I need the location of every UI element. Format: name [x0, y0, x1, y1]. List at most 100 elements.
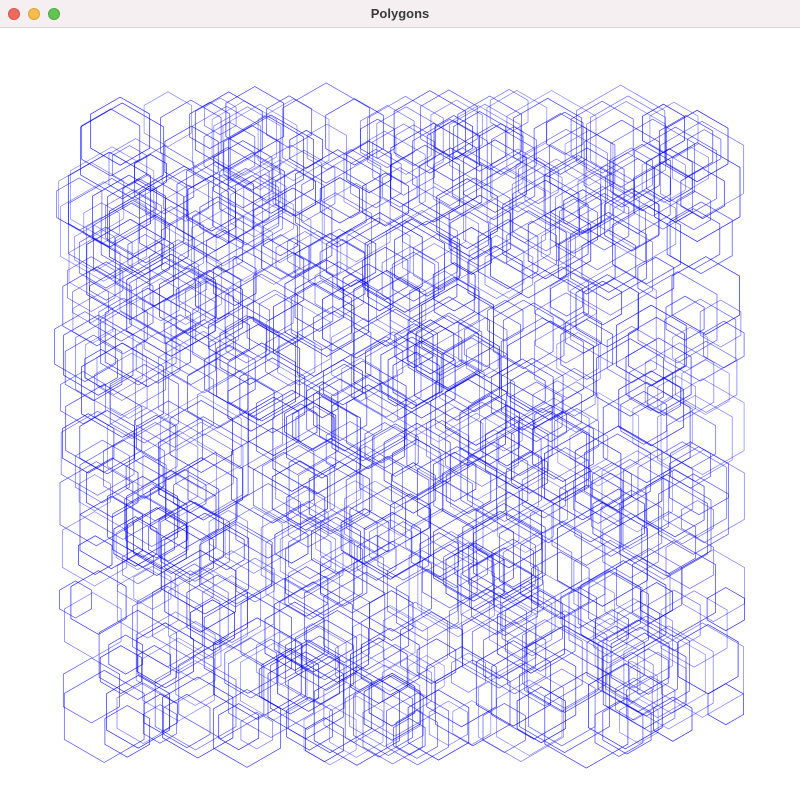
hexagon-shape: [206, 229, 244, 273]
hexagon-shape: [518, 157, 559, 205]
hexagon-shape: [297, 310, 372, 397]
hexagon-shape: [78, 474, 111, 512]
hexagon-shape: [178, 234, 256, 324]
hexagon-shape: [671, 326, 709, 369]
hexagon-shape: [560, 319, 614, 380]
hexagon-shape: [257, 98, 330, 182]
hexagon-shape: [350, 637, 408, 704]
minimize-button[interactable]: [28, 8, 40, 20]
hexagon-shape: [477, 219, 539, 290]
hexagon-shape: [670, 441, 711, 489]
hexagon-shape: [326, 229, 377, 288]
hexagon-shape: [444, 373, 508, 446]
hexagon-shape: [306, 123, 347, 171]
hexagon-shape: [163, 693, 211, 749]
hexagon-shape: [544, 671, 629, 769]
hexagon-shape: [553, 381, 599, 433]
hexagon-shape: [175, 269, 243, 348]
hexagon-shape: [265, 328, 316, 387]
hexagon-shape: [467, 245, 523, 309]
hexagon-shape: [496, 679, 563, 756]
hexagon-shape: [602, 513, 659, 579]
hexagon-shape: [63, 314, 134, 396]
hexagon-shape: [343, 130, 426, 226]
hexagon-shape: [78, 535, 113, 575]
hexagon-shape: [301, 165, 367, 241]
hexagon-shape: [64, 592, 122, 659]
hexagon-shape: [125, 455, 164, 499]
hexagon-shape: [622, 474, 712, 577]
drawing-canvas[interactable]: [0, 28, 800, 800]
hexagon-shape: [418, 147, 483, 221]
hexagon-shape: [468, 234, 525, 300]
hexagon-shape: [164, 184, 214, 242]
hexagon-shape: [319, 238, 366, 292]
hexagon-shape: [594, 700, 644, 757]
hexagon-shape: [305, 610, 369, 683]
hexagon-shape: [99, 645, 143, 694]
hexagon-shape: [106, 405, 178, 487]
hexagon-shape: [609, 651, 654, 703]
hexagon-shape: [414, 321, 500, 421]
hexagon-shape: [64, 334, 123, 402]
hexagon-shape: [162, 676, 234, 759]
hexagon-shape: [143, 693, 178, 733]
hexagon-shape: [669, 201, 733, 275]
hexagon-shape: [553, 367, 596, 417]
hexagon-shape: [513, 97, 583, 178]
hexagon-shape: [631, 540, 716, 638]
hexagon-shape: [557, 228, 616, 295]
hexagon-shape: [246, 289, 303, 355]
hexagon-shape: [491, 641, 577, 740]
hexagon-shape: [554, 407, 599, 460]
hexagon-shape: [68, 237, 121, 298]
hexagon-shape: [640, 582, 673, 621]
hexagon-shape: [86, 218, 175, 321]
hexagon-shape: [441, 455, 506, 530]
hexagon-shape: [350, 336, 422, 418]
hexagon-shape: [637, 256, 675, 300]
hexagon-shape: [174, 563, 214, 609]
hexagon-shape: [325, 98, 384, 166]
hexagon-shape: [143, 91, 192, 148]
hexagon-shape: [559, 186, 646, 287]
hexagon-shape: [60, 410, 135, 496]
zoom-button[interactable]: [48, 8, 60, 20]
hexagon-shape: [282, 82, 370, 184]
hexagon-shape: [259, 293, 294, 334]
close-button[interactable]: [8, 8, 20, 20]
hexagon-shape: [313, 666, 400, 766]
hexagon-shape: [486, 89, 548, 160]
hexagon-shape: [533, 113, 588, 175]
hexagon-shape: [59, 461, 134, 547]
hexagon-shape: [305, 717, 344, 763]
hexagon-shape: [239, 357, 306, 434]
hexagon-shape: [493, 299, 554, 370]
hexagon-shape: [62, 266, 132, 347]
hexagon-shape: [661, 622, 744, 718]
hexagon-shape: [577, 164, 636, 231]
hexagon-shape: [67, 256, 116, 312]
hexagon-shape: [641, 152, 686, 203]
hexagon-shape: [386, 692, 450, 766]
hexagon-shape: [191, 207, 263, 290]
hexagon-shape: [208, 529, 245, 571]
hexagon-shape: [287, 558, 340, 618]
hexagon-shape: [271, 460, 328, 526]
hexagon-shape: [227, 342, 296, 422]
hexagon-shape: [550, 278, 583, 317]
hexagon-shape: [289, 129, 324, 169]
hexagon-shape: [295, 149, 381, 248]
hexagon-shape: [575, 274, 639, 348]
hexagon-shape: [164, 125, 219, 189]
app-window: Polygons: [0, 0, 800, 800]
hexagon-shape: [84, 327, 144, 396]
hexagon-shape: [666, 411, 717, 469]
hexagon-shape: [660, 590, 728, 668]
title-bar[interactable]: Polygons: [0, 0, 800, 28]
hexagon-shape: [240, 711, 274, 750]
hexagon-shape: [452, 124, 536, 221]
hexagon-shape: [243, 173, 287, 224]
hexagon-shape: [154, 656, 237, 751]
hexagon-shape: [70, 570, 127, 635]
